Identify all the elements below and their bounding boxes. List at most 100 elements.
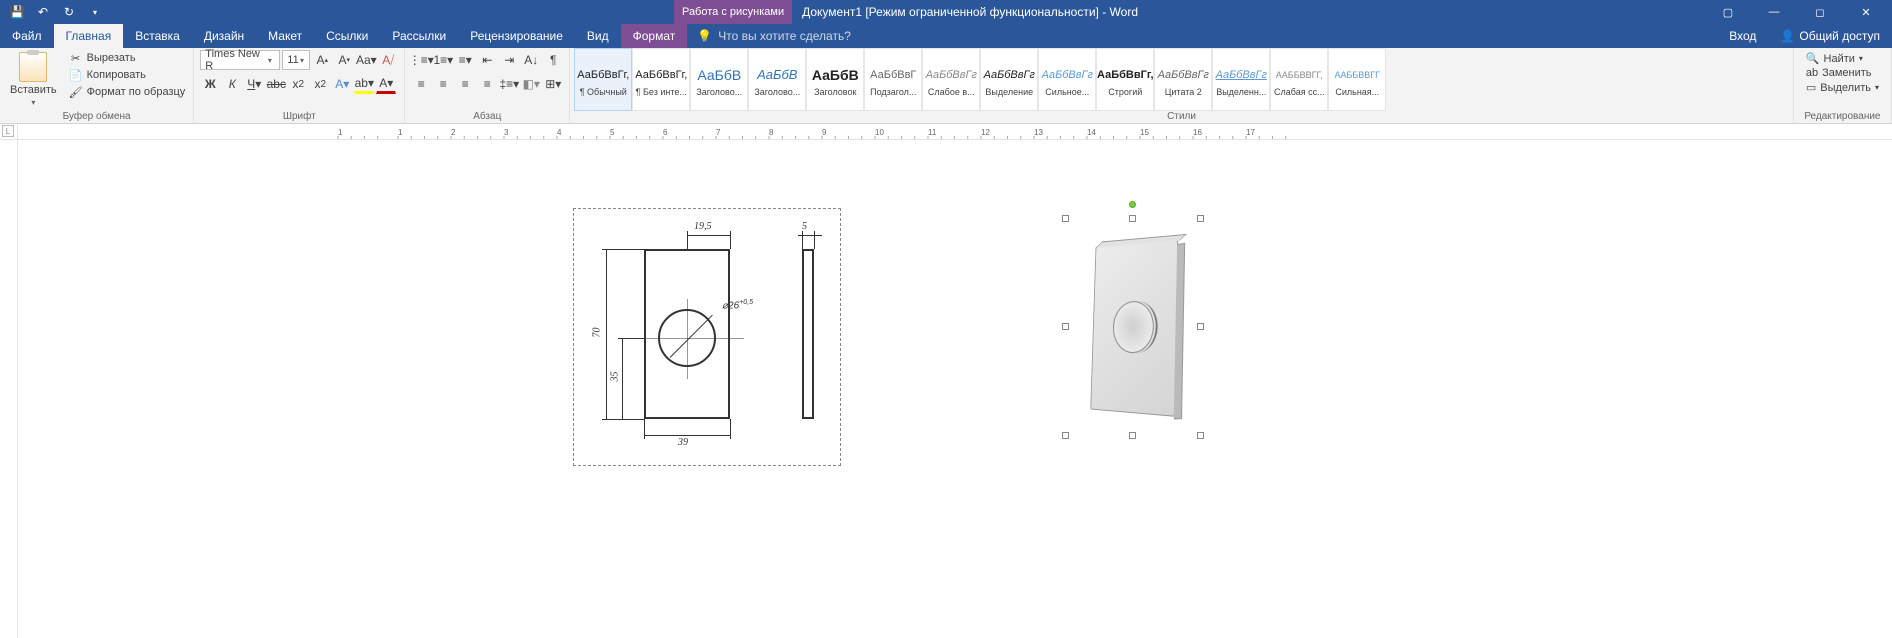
tellme-input[interactable] xyxy=(718,29,878,43)
dim-height: 70 xyxy=(592,328,603,338)
grow-font-button[interactable]: A▴ xyxy=(312,50,332,70)
increase-indent-button[interactable]: ⇥ xyxy=(499,50,519,70)
clear-format-button[interactable]: A⧸ xyxy=(378,50,398,70)
bold-button[interactable]: Ж xyxy=(200,74,220,94)
superscript-button[interactable]: x2 xyxy=(310,74,330,94)
italic-button[interactable]: К xyxy=(222,74,242,94)
window-title: Документ1 [Режим ограниченной функционал… xyxy=(802,5,1138,19)
style-item-1[interactable]: АаБбВвГг,¶ Без инте... xyxy=(632,48,690,111)
chevron-down-icon: ▾ xyxy=(299,56,306,65)
close-icon[interactable]: ✕ xyxy=(1844,0,1888,24)
font-color-button[interactable]: A▾ xyxy=(376,74,396,94)
style-item-6[interactable]: АаБбВвГгСлабое в... xyxy=(922,48,980,111)
show-marks-button[interactable]: ¶ xyxy=(543,50,563,70)
shading-button[interactable]: ◧▾ xyxy=(521,74,541,94)
group-font: Times New R▾ 11▾ A▴ A▾ Aa▾ A⧸ Ж К Ч▾ abc… xyxy=(194,48,405,123)
tab-review[interactable]: Рецензирование xyxy=(458,24,575,48)
svg-text:17: 17 xyxy=(1246,128,1255,137)
style-item-12[interactable]: ААББВВГГ,Слабая сс... xyxy=(1270,48,1328,111)
share-button[interactable]: 👤Общий доступ xyxy=(1768,24,1892,48)
style-item-13[interactable]: ААББВВГГСильная... xyxy=(1328,48,1386,111)
tab-mailings[interactable]: Рассылки xyxy=(380,24,458,48)
clipboard-icon xyxy=(19,52,47,82)
replace-button[interactable]: abЗаменить xyxy=(1806,67,1879,79)
svg-text:10: 10 xyxy=(875,128,884,137)
tab-design[interactable]: Дизайн xyxy=(192,24,256,48)
tab-selector-icon[interactable]: L xyxy=(2,125,14,137)
signin-button[interactable]: Вход xyxy=(1717,24,1768,48)
bullets-button[interactable]: ⋮≡▾ xyxy=(411,50,431,70)
select-button[interactable]: ▭Выделить▾ xyxy=(1806,81,1879,94)
ribbon-display-icon[interactable]: ▢ xyxy=(1706,0,1750,24)
subscript-button[interactable]: x2 xyxy=(288,74,308,94)
save-icon[interactable]: 💾 xyxy=(6,2,28,22)
context-tab-label: Работа с рисунками xyxy=(674,0,792,24)
group-label-clipboard: Буфер обмена xyxy=(6,111,187,123)
align-left-button[interactable]: ≡ xyxy=(411,74,431,94)
justify-button[interactable]: ≡ xyxy=(477,74,497,94)
tab-format[interactable]: Формат xyxy=(621,24,688,48)
multilevel-button[interactable]: ≡▾ xyxy=(455,50,475,70)
format-painter-button[interactable]: 🖌Формат по образцу xyxy=(67,84,188,100)
align-right-button[interactable]: ≡ xyxy=(455,74,475,94)
svg-text:2: 2 xyxy=(451,128,456,137)
share-icon: 👤 xyxy=(1780,29,1795,43)
svg-text:15: 15 xyxy=(1140,128,1149,137)
minimize-icon[interactable]: — xyxy=(1752,0,1796,24)
svg-text:4: 4 xyxy=(557,128,562,137)
shrink-font-button[interactable]: A▾ xyxy=(334,50,354,70)
svg-text:14: 14 xyxy=(1087,128,1096,137)
cursor-icon: ▭ xyxy=(1806,81,1816,94)
undo-icon[interactable]: ↶ xyxy=(32,2,54,22)
dim-thickness: 5 xyxy=(802,221,807,232)
tab-file[interactable]: Файл xyxy=(0,24,54,48)
group-editing: 🔍Найти▾ abЗаменить ▭Выделить▾ Редактиров… xyxy=(1794,48,1892,123)
paste-button[interactable]: Вставить ▾ xyxy=(6,50,61,109)
tab-home[interactable]: Главная xyxy=(54,24,124,48)
style-item-11[interactable]: АаБбВвГгВыделенн... xyxy=(1212,48,1270,111)
style-item-3[interactable]: АаБбВЗаголово... xyxy=(748,48,806,111)
borders-button[interactable]: ⊞▾ xyxy=(543,74,563,94)
dim-bottom-width: 39 xyxy=(678,437,688,448)
render-image[interactable] xyxy=(1065,218,1201,436)
qat-customize-icon[interactable]: ▾ xyxy=(84,2,106,22)
find-button[interactable]: 🔍Найти▾ xyxy=(1806,52,1879,65)
numbering-button[interactable]: 1≡▾ xyxy=(433,50,453,70)
sort-button[interactable]: A↓ xyxy=(521,50,541,70)
strike-button[interactable]: abc xyxy=(266,74,286,94)
redo-icon[interactable]: ↻ xyxy=(58,2,80,22)
ruler-horizontal[interactable]: L 11234567891011121314151617 xyxy=(0,124,1892,140)
tab-references[interactable]: Ссылки xyxy=(314,24,380,48)
maximize-icon[interactable]: ◻ xyxy=(1798,0,1842,24)
style-item-0[interactable]: АаБбВвГг,¶ Обычный xyxy=(574,48,632,111)
svg-text:8: 8 xyxy=(769,128,774,137)
cut-button[interactable]: ✂Вырезать xyxy=(67,50,188,66)
tellme-search[interactable]: 💡 xyxy=(687,29,888,43)
underline-button[interactable]: Ч▾ xyxy=(244,74,264,94)
document-canvas[interactable]: 19,5 5 70 35 xyxy=(18,140,1892,638)
style-item-10[interactable]: АаБбВвГгЦитата 2 xyxy=(1154,48,1212,111)
copy-button[interactable]: 📄Копировать xyxy=(67,67,188,83)
text-effects-button[interactable]: A▾ xyxy=(332,74,352,94)
line-spacing-button[interactable]: ‡≡▾ xyxy=(499,74,519,94)
highlight-button[interactable]: ab▾ xyxy=(354,74,374,94)
decrease-indent-button[interactable]: ⇤ xyxy=(477,50,497,70)
font-size-combo[interactable]: 11▾ xyxy=(282,50,310,70)
ruler-vertical[interactable] xyxy=(0,140,18,638)
align-center-button[interactable]: ≡ xyxy=(433,74,453,94)
drawing-image[interactable]: 19,5 5 70 35 xyxy=(573,208,841,466)
style-item-4[interactable]: АаБбВЗаголовок xyxy=(806,48,864,111)
font-name-combo[interactable]: Times New R▾ xyxy=(200,50,280,70)
group-label-font: Шрифт xyxy=(200,111,398,123)
change-case-button[interactable]: Aa▾ xyxy=(356,50,376,70)
rotate-handle-icon[interactable] xyxy=(1129,201,1136,208)
style-item-7[interactable]: АаБбВвГгВыделение xyxy=(980,48,1038,111)
style-item-5[interactable]: АаБбВвГПодзагол... xyxy=(864,48,922,111)
tab-layout[interactable]: Макет xyxy=(256,24,314,48)
page: 19,5 5 70 35 xyxy=(425,148,1485,638)
style-item-8[interactable]: АаБбВвГгСильное... xyxy=(1038,48,1096,111)
tab-view[interactable]: Вид xyxy=(575,24,621,48)
style-item-2[interactable]: АаБбВЗаголово... xyxy=(690,48,748,111)
style-item-9[interactable]: АаБбВвГг,Строгий xyxy=(1096,48,1154,111)
tab-insert[interactable]: Вставка xyxy=(123,24,192,48)
